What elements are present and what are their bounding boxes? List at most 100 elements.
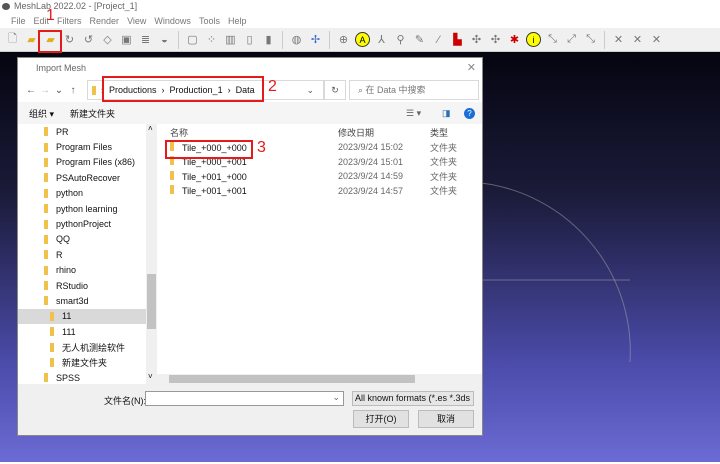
annotate-icon[interactable]: A — [355, 32, 370, 47]
file-row[interactable]: Tile_+001_+001 2023/9/24 14:57 文件夹 — [157, 184, 482, 199]
snapshot-icon[interactable]: ▣ — [119, 32, 134, 47]
export-icon[interactable]: ◇ — [100, 32, 115, 47]
info-icon[interactable]: i — [526, 32, 541, 47]
menu-render[interactable]: Render — [90, 16, 120, 26]
preview-pane-icon[interactable]: ◨ — [442, 108, 451, 119]
column-date[interactable]: 修改日期 — [338, 126, 374, 139]
nav-item-label: pythonProject — [56, 219, 112, 230]
nav-item[interactable]: Program Files — [18, 139, 146, 154]
wireframe-icon[interactable]: ▥ — [223, 32, 238, 47]
select-face-icon[interactable]: ✣ — [488, 32, 503, 47]
folder-icon — [50, 327, 54, 337]
filename-input[interactable]: ⌄ — [145, 391, 344, 406]
menu-tools[interactable]: Tools — [199, 16, 220, 26]
help-icon[interactable]: ? — [464, 107, 475, 119]
reload-icon[interactable]: ↻ — [62, 32, 77, 47]
folder-icon — [92, 85, 96, 95]
nav-item[interactable]: 11 — [18, 308, 146, 325]
cancel-button[interactable]: 取消 — [418, 410, 474, 428]
folder-icon — [44, 250, 48, 260]
delete-face-icon[interactable]: ✕ — [630, 32, 645, 47]
brush-icon[interactable]: ⁄ — [431, 32, 446, 47]
nav-item-label: SPSS — [56, 372, 81, 383]
sphere-icon[interactable]: ◒ — [157, 32, 172, 47]
georef-icon[interactable]: ✱ — [507, 32, 522, 47]
forward-icon[interactable]: → — [38, 85, 52, 96]
horizontal-scrollbar[interactable] — [157, 374, 482, 384]
view-options-icon[interactable]: ☰ ▾ — [406, 108, 421, 119]
search-input[interactable]: ⌕ 在 Data 中搜索 — [349, 80, 479, 100]
nav-item[interactable]: 新建文件夹 — [18, 355, 146, 370]
select-vertex-icon[interactable]: ✣ — [469, 32, 484, 47]
nav-item[interactable]: QQ — [18, 232, 146, 247]
nav-item-label: python — [56, 188, 84, 199]
menu-view[interactable]: View — [127, 16, 146, 26]
menu-help[interactable]: Help — [228, 16, 247, 26]
new-folder-button[interactable]: 新建文件夹 — [70, 107, 115, 120]
nav-item[interactable]: Program Files (x86) — [18, 155, 146, 170]
nav-item[interactable]: RStudio — [18, 278, 146, 293]
delete-all-icon[interactable]: ✕ — [649, 32, 664, 47]
column-type[interactable]: 类型 — [430, 126, 448, 139]
file-type: 文件夹 — [430, 142, 458, 153]
nav-item[interactable]: python learning — [18, 201, 146, 216]
scroll-thumb[interactable] — [169, 375, 415, 383]
file-type-select[interactable]: All known formats (*.es *.3ds — [352, 391, 474, 406]
select-region-icon[interactable]: ⤢ — [564, 32, 579, 47]
step-2-label: 2 — [268, 78, 277, 95]
select-z-icon[interactable]: ⤡ — [583, 32, 598, 47]
menu-filters[interactable]: Filters — [57, 16, 82, 26]
flat-icon[interactable]: ▯ — [242, 32, 257, 47]
layers-icon[interactable]: ≣ — [138, 32, 153, 47]
file-row[interactable]: Tile_+001_+000 2023/9/24 14:59 文件夹 — [157, 169, 482, 184]
organize-button[interactable]: 组织 ▾ — [29, 107, 54, 120]
folder-icon — [44, 204, 48, 214]
globe-icon[interactable]: ⊕ — [336, 32, 351, 47]
scroll-up-icon[interactable]: ˄ — [148, 124, 153, 133]
command-bar: 组织 ▾ 新建文件夹 ☰ ▾ ◨ ? — [18, 102, 482, 124]
refresh-button[interactable]: ↻ — [324, 80, 346, 100]
delete-vertex-icon[interactable]: ✕ — [611, 32, 626, 47]
nav-item[interactable]: smart3d — [18, 293, 146, 308]
new-project-icon[interactable]: 🗋 — [5, 32, 20, 47]
menu-file[interactable]: File — [11, 16, 26, 26]
nav-item[interactable]: SPSS — [18, 370, 146, 385]
column-name[interactable]: 名称 — [170, 126, 188, 139]
open-button[interactable]: 打开(O) — [353, 410, 409, 428]
nav-item-label: RStudio — [56, 280, 89, 291]
menu-windows[interactable]: Windows — [154, 16, 191, 26]
align-icon[interactable]: ⚲ — [393, 32, 408, 47]
chevron-down-icon[interactable]: ⌄ — [332, 392, 340, 403]
light-icon[interactable]: ◍ — [289, 32, 304, 47]
nav-item[interactable]: R — [18, 247, 146, 262]
column-headers: 名称 修改日期 类型 — [157, 124, 482, 140]
smooth-icon[interactable]: ▮ — [261, 32, 276, 47]
path-dropdown-icon[interactable]: ⌄ — [306, 85, 314, 96]
scroll-thumb[interactable] — [147, 274, 156, 329]
import-mesh-dialog: Import Mesh ✕ ← → ⌄ ↑ › Productions › Prod… — [17, 57, 483, 436]
close-icon[interactable]: ✕ — [467, 61, 476, 74]
back-icon[interactable]: ← — [24, 85, 38, 96]
scroll-down-icon[interactable]: ˅ — [148, 372, 153, 381]
open-project-icon[interactable]: ▰ — [24, 32, 39, 47]
nav-item[interactable]: PR — [18, 124, 146, 139]
bbox-icon[interactable]: ▢ — [185, 32, 200, 47]
folder-icon — [44, 188, 48, 198]
nav-item[interactable]: PSAutoRecover — [18, 170, 146, 185]
reload-all-icon[interactable]: ↺ — [81, 32, 96, 47]
up-icon[interactable]: ↑ — [66, 85, 80, 96]
recent-chevron-icon[interactable]: ⌄ — [52, 85, 66, 96]
axis-icon[interactable]: ✢ — [308, 32, 323, 47]
navigation-pane: PR Program Files Program Files (x86) PSAuto… — [18, 124, 146, 384]
paint-icon[interactable]: ✎ — [412, 32, 427, 47]
nav-item[interactable]: pythonProject — [18, 216, 146, 231]
nav-item[interactable]: rhino — [18, 263, 146, 278]
points-icon[interactable]: ⁘ — [204, 32, 219, 47]
pick-icon[interactable]: ▙ — [450, 32, 465, 47]
select-connected-icon[interactable]: ⤡ — [545, 32, 560, 47]
nav-item[interactable]: 111 — [18, 324, 146, 339]
nav-item[interactable]: 无人机测绘软件 — [18, 339, 146, 354]
navigation-scrollbar[interactable]: ˄ ˅ — [146, 124, 157, 384]
measure-icon[interactable]: ⅄ — [374, 32, 389, 47]
nav-item[interactable]: python — [18, 186, 146, 201]
